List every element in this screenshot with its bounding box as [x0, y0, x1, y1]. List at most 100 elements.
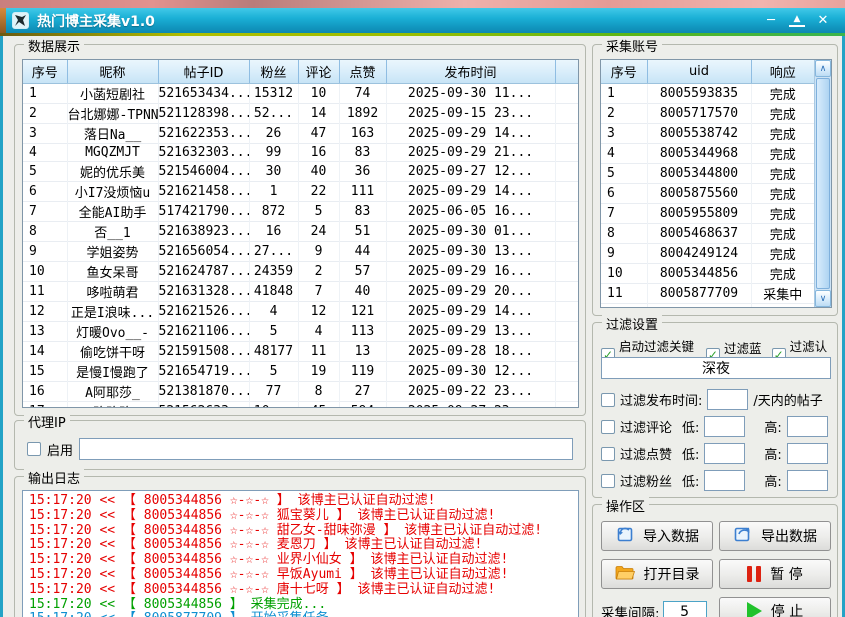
- table-cell: 3: [23, 123, 67, 143]
- log-output[interactable]: 15:17:20 << 【 8005344856 ☆-☆-☆ 】 该博主已认证自…: [22, 490, 579, 617]
- table-cell: 521621458...: [158, 181, 249, 201]
- table-cell: 8005468637: [647, 223, 751, 243]
- table-row[interactable]: 68005875560完成: [601, 183, 814, 203]
- table-row[interactable]: 17i略略略k521562633...10...455942025-09-27 …: [23, 401, 578, 408]
- table-row[interactable]: 1小菡短剧社521653434...1531210742025-09-30 11…: [23, 83, 578, 103]
- interval-input[interactable]: [663, 601, 707, 617]
- table-row[interactable]: 12正是I浪味...521621526...4121212025-09-29 1…: [23, 301, 578, 321]
- table-cell: 8: [298, 381, 339, 401]
- col-header[interactable]: 评论: [298, 60, 339, 83]
- table-row[interactable]: 3落日Na__521622353...26471632025-09-29 14.…: [23, 123, 578, 143]
- table-row[interactable]: 98004249124完成: [601, 243, 814, 263]
- table-row[interactable]: 14偷吃饼干呀521591508...4817711132025-09-28 1…: [23, 341, 578, 361]
- import-data-button[interactable]: 导入数据: [601, 521, 713, 551]
- scroll-down-icon[interactable]: ∨: [815, 290, 831, 307]
- table-cell: [555, 123, 578, 143]
- filter-fans-low-input[interactable]: [704, 470, 745, 491]
- table-row[interactable]: 9学姐姿势521656054...27...9442025-09-30 13..…: [23, 241, 578, 261]
- col-header[interactable]: 响应: [751, 60, 814, 83]
- table-row[interactable]: 78005955809完成: [601, 203, 814, 223]
- table-row[interactable]: 10鱼女呆哥521624787...243592572025-09-29 16.…: [23, 261, 578, 281]
- table-cell: [555, 341, 578, 361]
- data-display-groupbox: 数据展示 序号 昵称 帖子ID 粉丝 评论 点赞 发布时间: [14, 44, 586, 416]
- table-row[interactable]: 13灯暖Ovo__-521621106...541132025-09-29 13…: [23, 321, 578, 341]
- open-directory-button[interactable]: 打开目录: [601, 559, 713, 589]
- table-cell: 全能AI助手: [67, 201, 158, 221]
- accounts-scrollbar[interactable]: ∧ ∨: [814, 60, 831, 307]
- table-row[interactable]: 18005593835完成: [601, 83, 814, 103]
- actions-groupbox: 操作区 导入数据 导出数据 打开目录 暂 停 采集间隔:: [592, 504, 838, 617]
- table-cell: 8005717570: [647, 103, 751, 123]
- table-cell: 2025-09-30 01...: [386, 221, 555, 241]
- table-cell: [555, 143, 578, 161]
- table-cell: 872: [249, 201, 298, 221]
- table-row[interactable]: 5妮的优乐美521546004...3040362025-09-27 12...: [23, 161, 578, 181]
- filter-comments-high-input[interactable]: [787, 416, 828, 437]
- col-header[interactable]: 帖子ID: [158, 60, 249, 83]
- proxy-enable-checkbox[interactable]: [27, 442, 41, 456]
- filter-comments-checkbox[interactable]: [601, 420, 615, 434]
- table-row[interactable]: 38005538742完成: [601, 123, 814, 143]
- data-display-title: 数据展示: [24, 36, 84, 55]
- table-row[interactable]: 128005399462无任务: [601, 303, 814, 308]
- table-cell: 51: [339, 221, 386, 241]
- export-data-button[interactable]: 导出数据: [719, 521, 831, 551]
- table-cell: 521622353...: [158, 123, 249, 143]
- scroll-up-icon[interactable]: ∧: [815, 60, 831, 77]
- close-button[interactable]: ✕: [815, 14, 831, 28]
- table-row[interactable]: 11哆啦萌君521631328...418487402025-09-29 20.…: [23, 281, 578, 301]
- col-header[interactable]: 点赞: [339, 60, 386, 83]
- table-row[interactable]: 88005468637完成: [601, 223, 814, 243]
- table-row[interactable]: 7全能AI助手517421790...8725832025-06-05 16..…: [23, 201, 578, 221]
- table-cell: 27...: [249, 241, 298, 261]
- filter-time-suffix: /天内的帖子: [753, 390, 822, 409]
- table-row[interactable]: 16A阿耶莎_521381870...778272025-09-22 23...: [23, 381, 578, 401]
- col-header[interactable]: 序号: [23, 60, 67, 83]
- table-cell: MGQZMJT: [67, 143, 158, 161]
- col-header[interactable]: 昵称: [67, 60, 158, 83]
- proxy-groupbox: 代理IP 启用: [14, 420, 586, 470]
- titlebar[interactable]: 热门博主采集v1.0 ─ ▲ ✕: [0, 8, 845, 33]
- table-row[interactable]: 118005877709采集中: [601, 283, 814, 303]
- scrollbar-thumb[interactable]: [816, 78, 830, 289]
- table-cell: 完成: [751, 243, 814, 263]
- table-cell: 521562633...: [158, 401, 249, 408]
- col-header[interactable]: 序号: [601, 60, 647, 83]
- table-row[interactable]: 6小I7没烦恼u521621458...1221112025-09-29 14.…: [23, 181, 578, 201]
- table-cell: 163: [339, 123, 386, 143]
- col-header[interactable]: uid: [647, 60, 751, 83]
- keyword-input[interactable]: [601, 357, 831, 379]
- pause-button[interactable]: 暂 停: [719, 559, 831, 589]
- data-table[interactable]: 序号 昵称 帖子ID 粉丝 评论 点赞 发布时间 1小菡短剧社521653434…: [22, 59, 579, 408]
- table-cell: 妮的优乐美: [67, 161, 158, 181]
- col-header[interactable]: 粉丝: [249, 60, 298, 83]
- table-cell: [555, 201, 578, 221]
- accounts-table[interactable]: 序号 uid 响应 18005593835完成28005717570完成3800…: [600, 59, 832, 308]
- rollup-button[interactable]: ▲: [789, 15, 805, 27]
- table-row[interactable]: 15是慢I慢跑了521654719...5191192025-09-30 12.…: [23, 361, 578, 381]
- table-row[interactable]: 4MGQZMJT521632303...9916832025-09-29 21.…: [23, 143, 578, 161]
- table-cell: 鱼女呆哥: [67, 261, 158, 281]
- stop-button[interactable]: 停 止: [719, 597, 831, 617]
- filter-fans-checkbox[interactable]: [601, 474, 615, 488]
- filter-likes-high-input[interactable]: [787, 443, 828, 464]
- table-cell: 11: [23, 281, 67, 301]
- proxy-ip-input[interactable]: [79, 438, 573, 460]
- table-row[interactable]: 58005344800完成: [601, 163, 814, 183]
- table-row[interactable]: 48005344968完成: [601, 143, 814, 163]
- col-header-filler: [555, 60, 578, 83]
- table-row[interactable]: 8否__1521638923...1624512025-09-30 01...: [23, 221, 578, 241]
- table-cell: 19: [298, 361, 339, 381]
- filter-likes-low-input[interactable]: [704, 443, 745, 464]
- table-row[interactable]: 108005344856完成: [601, 263, 814, 283]
- col-header[interactable]: 发布时间: [386, 60, 555, 83]
- filter-time-checkbox[interactable]: [601, 393, 615, 407]
- filter-comments-low-input[interactable]: [704, 416, 745, 437]
- filter-fans-high-input[interactable]: [787, 470, 828, 491]
- table-cell: 12: [23, 301, 67, 321]
- filter-likes-checkbox[interactable]: [601, 447, 615, 461]
- minimize-button[interactable]: ─: [763, 14, 779, 28]
- table-row[interactable]: 2台北娜娜-TPNN521128398...52...1418922025-09…: [23, 103, 578, 123]
- table-row[interactable]: 28005717570完成: [601, 103, 814, 123]
- filter-time-input[interactable]: [707, 389, 748, 410]
